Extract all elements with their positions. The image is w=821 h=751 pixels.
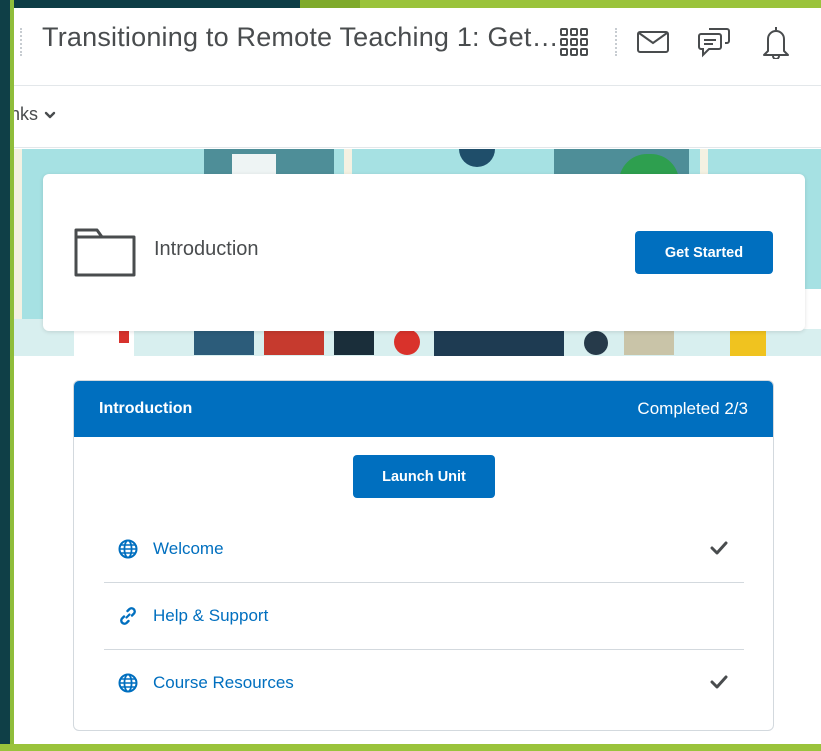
course-title[interactable]: Transitioning to Remote Teaching 1: Get… — [42, 22, 559, 53]
unit-item-help-support[interactable]: Help & Support — [104, 583, 744, 650]
chevron-down-icon — [44, 111, 56, 118]
waffle-grid-icon[interactable] — [554, 22, 594, 62]
check-icon — [710, 541, 728, 555]
unit-panel: Introduction Completed 2/3 Launch Unit W… — [73, 380, 774, 731]
bell-icon[interactable] — [756, 22, 796, 62]
chat-icon[interactable] — [694, 22, 734, 62]
unit-item-label: Course Resources — [153, 673, 294, 692]
course-navbar: nks — [14, 86, 821, 148]
launch-unit-button[interactable]: Launch Unit — [353, 455, 495, 498]
course-header: Transitioning to Remote Teaching 1: Get… — [14, 8, 821, 86]
globe-icon — [118, 539, 138, 559]
intro-title: Introduction — [154, 238, 259, 260]
link-icon — [120, 607, 136, 625]
get-started-button[interactable]: Get Started — [635, 231, 773, 274]
course-page: Transitioning to Remote Teaching 1: Get… — [14, 8, 821, 744]
window-frame-top — [300, 0, 821, 8]
links-menu-label: nks — [14, 104, 39, 124]
unit-item-list: Welcome Help & Support Course Resources — [104, 516, 744, 717]
window-frame-bottom — [0, 744, 821, 751]
window-frame-top-accent — [300, 0, 360, 8]
window-frame-left — [0, 0, 10, 751]
unit-item-welcome[interactable]: Welcome — [104, 516, 744, 583]
links-menu[interactable]: nks — [14, 104, 56, 125]
unit-item-label: Welcome — [153, 539, 224, 558]
header-separator — [20, 28, 22, 56]
folder-icon — [74, 228, 136, 277]
unit-item-course-resources[interactable]: Course Resources — [104, 650, 744, 717]
check-icon — [710, 675, 728, 689]
globe-icon — [118, 673, 138, 693]
unit-title: Introduction — [99, 400, 193, 417]
header-separator — [615, 28, 617, 56]
mail-icon[interactable] — [633, 22, 673, 62]
intro-card: Introduction Get Started — [43, 174, 805, 331]
unit-item-label: Help & Support — [153, 606, 269, 625]
unit-progress: Completed 2/3 — [637, 399, 748, 418]
unit-header: Introduction Completed 2/3 — [74, 381, 773, 437]
